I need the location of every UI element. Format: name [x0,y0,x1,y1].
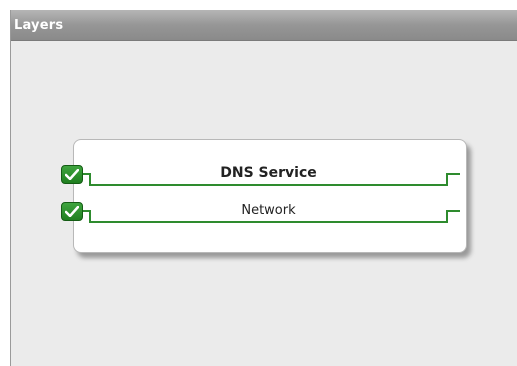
window-title: Layers [14,18,64,33]
layer-row-dns-service: DNS Service [61,164,466,188]
checkmark-icon [65,206,79,217]
layer-label-dns-service[interactable]: DNS Service [89,165,448,181]
connector-line [446,173,460,175]
layer-baseline [89,221,448,223]
layer-row-network: Network [61,201,466,225]
layer-checkbox-network[interactable] [61,202,83,221]
layer-baseline [89,184,448,186]
layers-panel: DNS Service Network [61,139,467,253]
checkmark-icon [65,169,79,180]
window-titlebar[interactable]: Layers [11,10,517,41]
layer-label-network[interactable]: Network [89,203,448,218]
layers-window: Layers DNS Service Network [10,10,517,366]
layer-checkbox-dns-service[interactable] [61,165,83,184]
connector-line [446,210,460,212]
